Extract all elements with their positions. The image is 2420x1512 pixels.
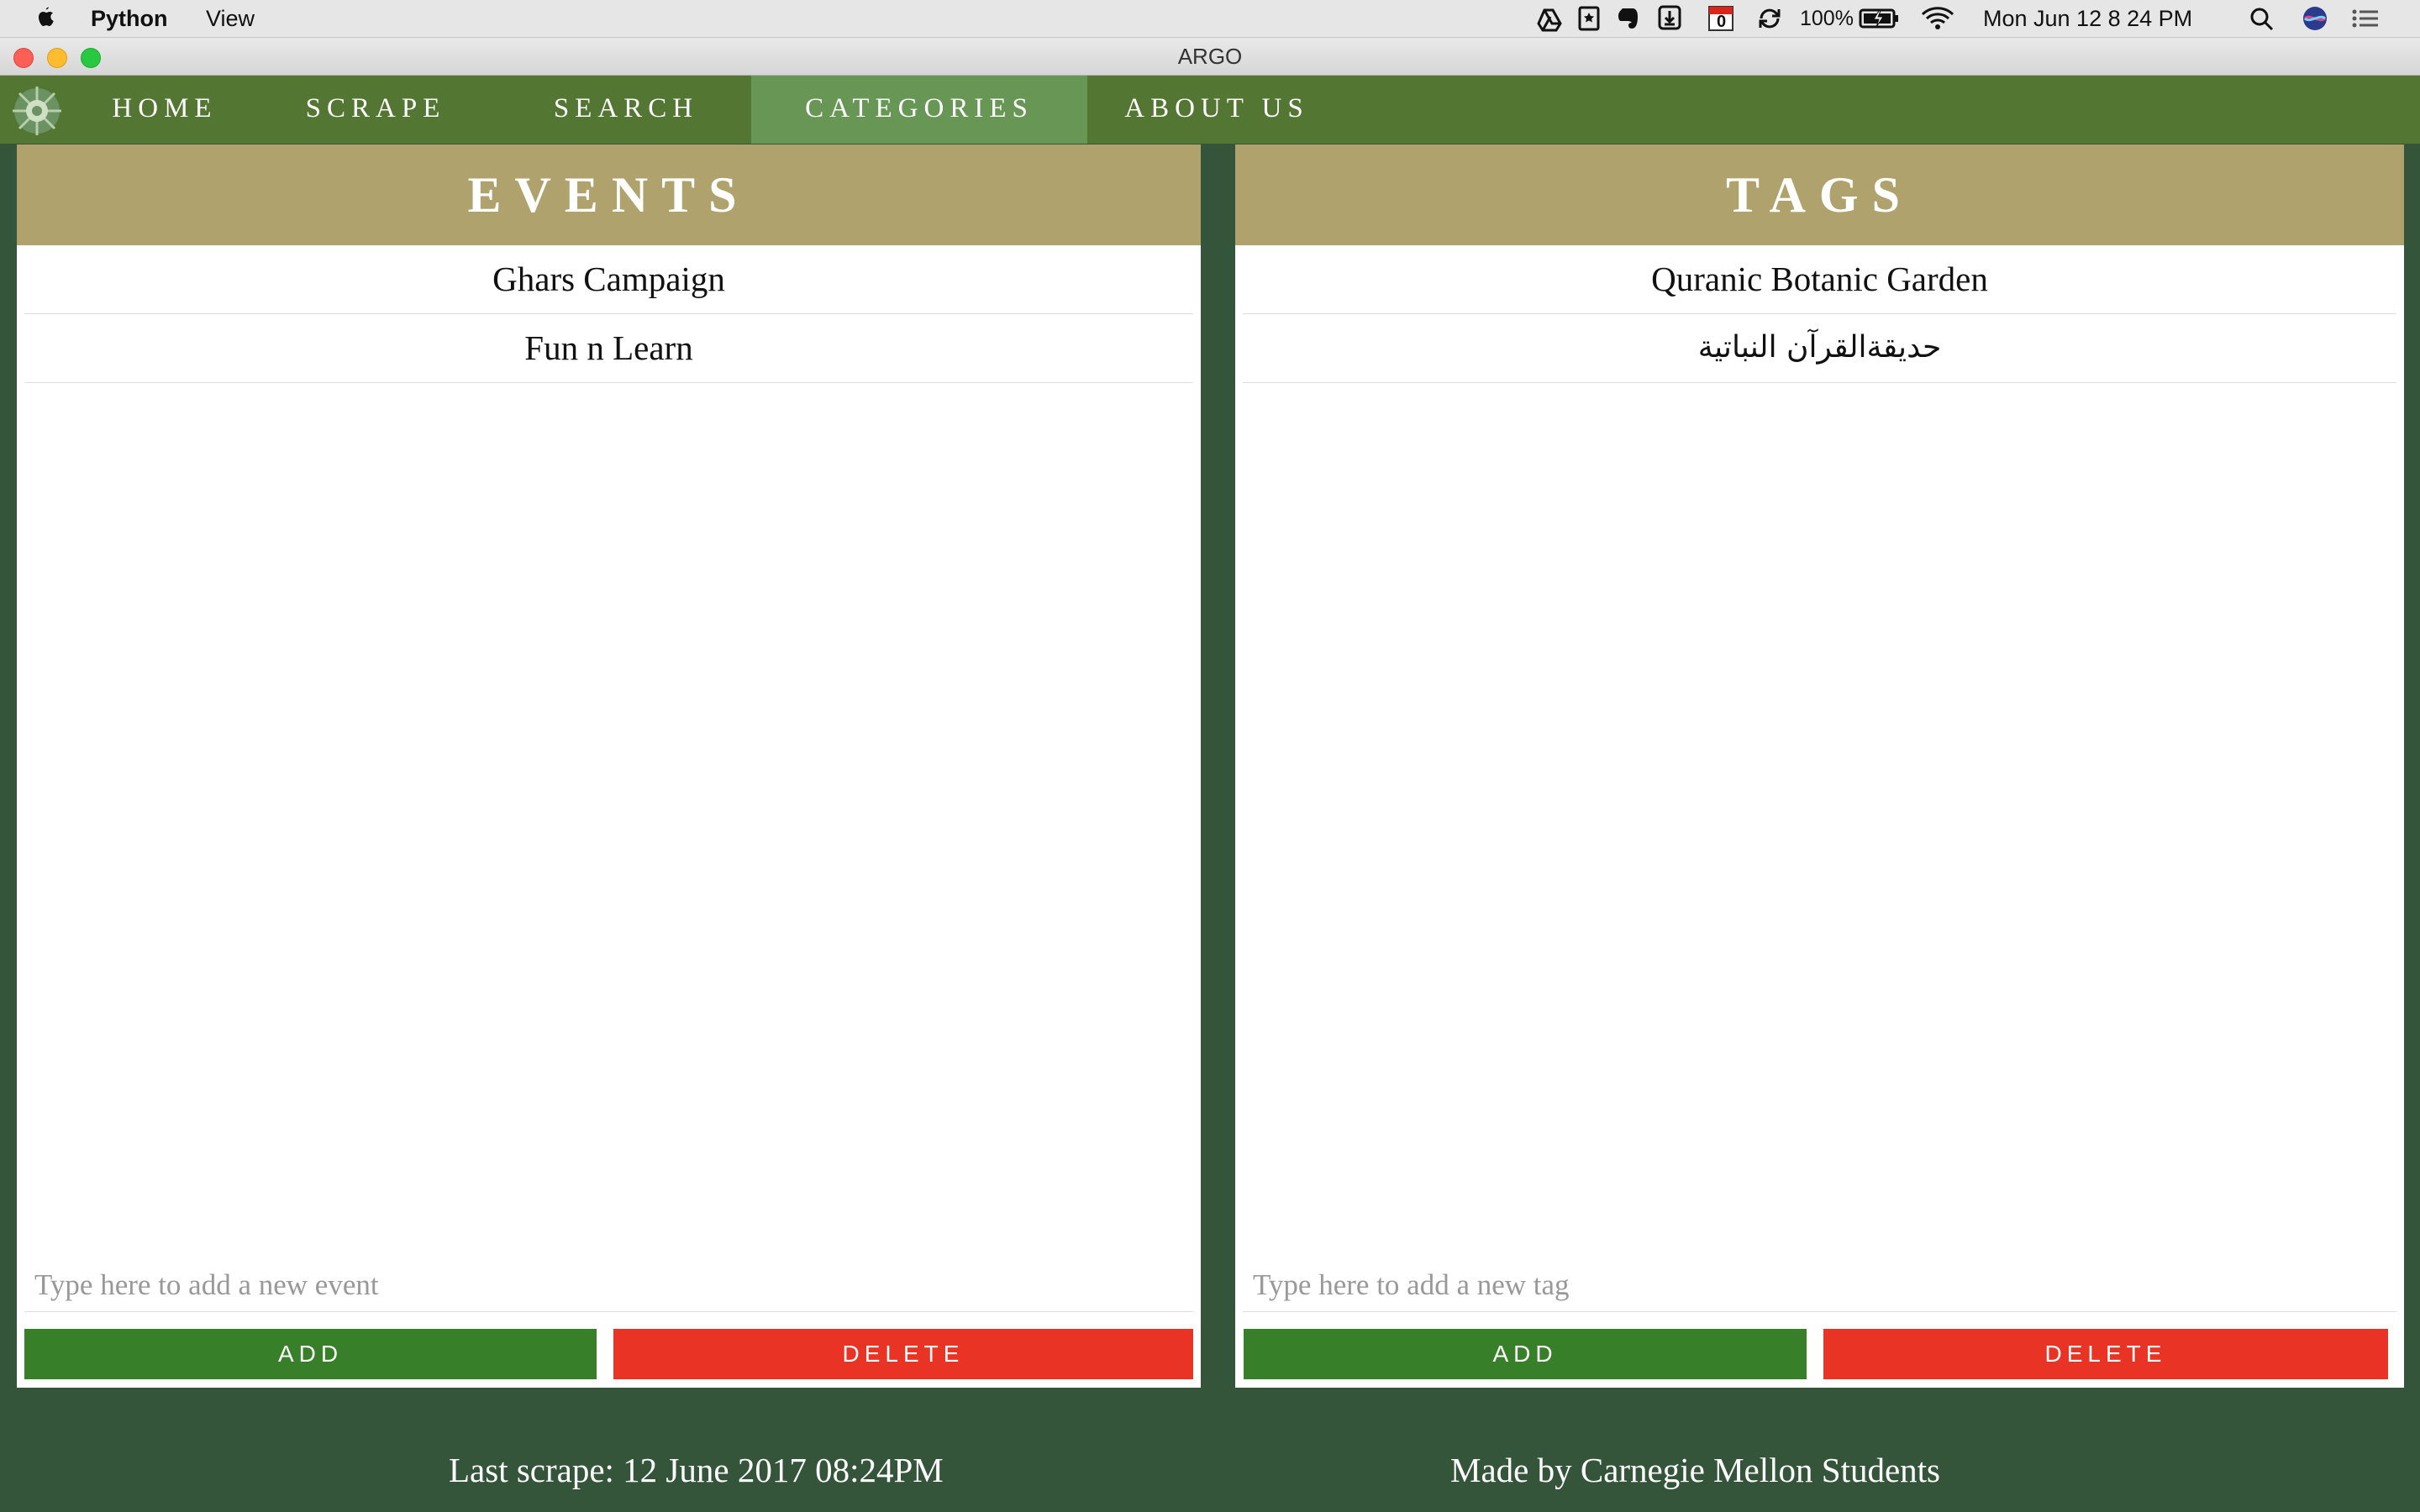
notification-center-icon[interactable]: [2350, 0, 2381, 37]
nav-scrape[interactable]: SCRAPE: [284, 76, 467, 144]
clock-datetime[interactable]: Mon Jun 12 8 24 PM: [1983, 0, 2192, 37]
credits-text: Made by Carnegie Mellon Students: [1450, 1451, 1941, 1489]
nav-bar: HOME SCRAPE SEARCH CATEGORIES ABOUT US: [0, 76, 2420, 144]
menu-view[interactable]: View: [206, 0, 255, 37]
wifi-icon[interactable]: [1920, 0, 1955, 37]
nav-search[interactable]: SEARCH: [529, 76, 723, 144]
sync-icon[interactable]: [1756, 0, 1783, 37]
window-titlebar: ARGO: [0, 38, 2420, 76]
delete-event-button[interactable]: DELETE: [613, 1329, 1193, 1379]
download-icon[interactable]: [1657, 0, 1682, 37]
event-list-item[interactable]: Ghars Campaign: [24, 245, 1193, 314]
tag-list-item[interactable]: Quranic Botanic Garden: [1243, 245, 2396, 314]
nav-categories[interactable]: CATEGORIES: [751, 76, 1087, 144]
google-drive-icon[interactable]: [1537, 0, 1562, 37]
logo-icon[interactable]: [8, 82, 66, 144]
spotlight-search-icon[interactable]: [2249, 0, 2275, 37]
add-event-button[interactable]: ADD: [24, 1329, 597, 1379]
events-panel: EVENTS Ghars Campaign Fun n Learn Type h…: [17, 144, 1201, 1388]
tag-list-item[interactable]: حديقةالقرآن النباتية: [1243, 314, 2396, 383]
event-list-item[interactable]: Fun n Learn: [24, 314, 1193, 383]
app-menu-python[interactable]: Python: [91, 0, 168, 37]
new-tag-input[interactable]: Type here to add a new tag: [1243, 1259, 2396, 1312]
evernote-icon[interactable]: [1616, 0, 1641, 37]
add-tag-button[interactable]: ADD: [1244, 1329, 1807, 1379]
siri-icon[interactable]: [2301, 0, 2329, 37]
menubar: Python View 0 100% Mon Jun 12 8 24 PM: [0, 0, 2420, 38]
apple-menu-icon[interactable]: [35, 0, 57, 37]
new-event-input[interactable]: Type here to add a new event: [24, 1259, 1193, 1312]
bookmark-app-icon[interactable]: [1577, 0, 1601, 37]
nav-home[interactable]: HOME: [87, 76, 242, 144]
last-scrape-status: Last scrape: 12 June 2017 08:24PM: [449, 1451, 944, 1489]
battery-icon[interactable]: [1859, 0, 1901, 37]
delete-tag-button[interactable]: DELETE: [1823, 1329, 2388, 1379]
events-header: EVENTS: [17, 144, 1201, 245]
calendar-day: 0: [1717, 13, 1727, 31]
nav-about-us[interactable]: ABOUT US: [1109, 76, 1324, 144]
tags-header: TAGS: [1235, 144, 2404, 245]
battery-percent: 100%: [1800, 7, 1854, 30]
tags-panel: TAGS Quranic Botanic Garden حديقةالقرآن …: [1235, 144, 2404, 1388]
window-title: ARGO: [1177, 44, 1243, 69]
